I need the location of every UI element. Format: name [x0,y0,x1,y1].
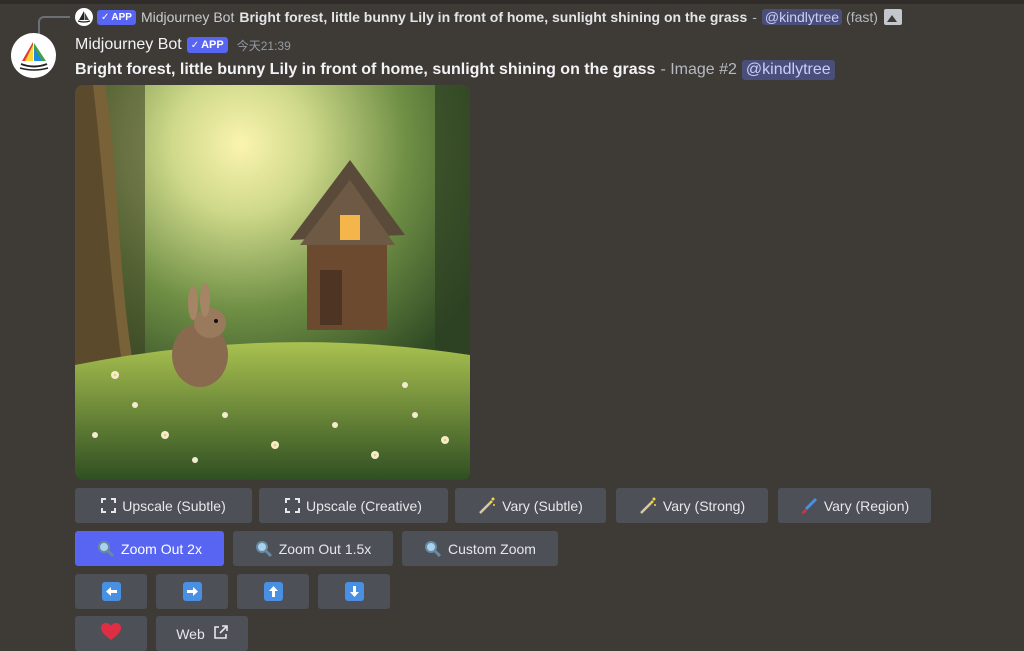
arrow-left-icon [101,582,121,601]
expand-arrows-icon [285,498,301,513]
check-icon: ✓ [190,39,200,51]
magnifier-icon [255,540,273,558]
check-icon: ✓ [101,11,110,23]
upscale-subtle-button[interactable]: Upscale (Subtle) [75,488,252,523]
magnifier-icon [97,540,115,558]
reply-reference[interactable]: ✓ APP Midjourney Bot Bright forest, littl… [75,7,902,27]
reply-prompt-text: Bright forest, little bunny Lily in fron… [239,9,748,25]
upscale-creative-button[interactable]: Upscale (Creative) [259,488,448,523]
prompt-text: Bright forest, little bunny Lily in fron… [75,61,656,78]
vary-strong-button[interactable]: Vary (Strong) [616,488,768,523]
bot-mini-avatar [75,8,93,26]
forest-bunny-illustration [75,85,470,480]
author-name[interactable]: Midjourney Bot [75,36,182,54]
pan-up-button[interactable] [237,574,309,609]
pan-left-button[interactable] [75,574,147,609]
arrow-down-icon [344,582,364,601]
pan-right-button[interactable] [156,574,228,609]
avatar[interactable] [11,33,56,78]
message-header: Midjourney Bot ✓ APP 今天21:39 [75,34,291,56]
external-link-icon [213,624,228,643]
custom-zoom-button[interactable]: Custom Zoom [402,531,558,566]
reply-author-name[interactable]: Midjourney Bot [141,9,234,25]
timestamp: 今天21:39 [236,38,291,53]
image-number: - Image #2 [660,61,737,78]
arrow-up-icon [263,582,283,601]
message-content: Bright forest, little bunny Lily in fron… [75,58,835,82]
reply-connector [38,16,70,34]
paintbrush-icon [800,497,818,515]
vary-region-button[interactable]: Vary (Region) [778,488,931,523]
reply-speed: (fast) [846,9,878,25]
app-badge: ✓ APP [97,9,136,25]
top-strip [0,0,1024,4]
reply-separator: - [752,9,757,25]
expand-arrows-icon [101,498,117,513]
magnifier-icon [424,540,442,558]
pan-down-button[interactable] [318,574,390,609]
app-badge: ✓ APP [186,37,228,53]
generated-image[interactable] [75,85,470,480]
zoom-out-1-5x-button[interactable]: Zoom Out 1.5x [233,531,393,566]
image-icon[interactable] [883,9,902,25]
magic-wand-icon [478,497,496,515]
vary-subtle-button[interactable]: Vary (Subtle) [455,488,606,523]
reply-mention[interactable]: @kindlytree [761,9,843,25]
web-link-button[interactable]: Web [156,616,248,651]
arrow-right-icon [182,582,202,601]
user-mention[interactable]: @kindlytree [741,60,835,80]
favorite-button[interactable] [75,616,147,651]
magic-wand-icon [639,497,657,515]
zoom-out-2x-button[interactable]: Zoom Out 2x [75,531,224,566]
sailboat-logo-icon [19,41,48,71]
